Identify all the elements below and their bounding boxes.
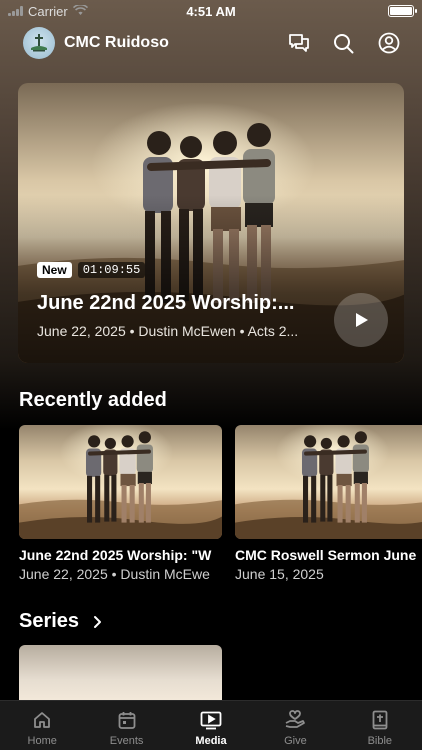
tab-media[interactable]: Media (169, 701, 253, 750)
tab-home[interactable]: Home (0, 701, 84, 750)
tab-events[interactable]: Events (84, 701, 168, 750)
featured-media-card[interactable]: New 01:09:55 June 22nd 2025 Worship:... … (18, 83, 404, 363)
media-thumbnail (19, 425, 222, 539)
series-title: Series (19, 610, 80, 632)
media-card[interactable]: CMC Roswell Sermon June June 15, 2025 (235, 425, 422, 582)
carrier-label: Carrier (28, 3, 68, 19)
tab-label: Bible (367, 735, 393, 747)
series-card[interactable] (19, 645, 222, 703)
tab-label: Events (109, 735, 144, 747)
play-icon (356, 313, 368, 327)
give-icon (284, 709, 306, 731)
media-thumbnail (235, 425, 422, 539)
tab-bible[interactable]: Bible (338, 701, 422, 750)
recently-added-title: Recently added (19, 389, 167, 411)
account-icon[interactable] (377, 32, 400, 55)
tab-label: Home (27, 735, 57, 747)
media-icon (200, 709, 222, 731)
tab-label: Give (284, 735, 307, 747)
media-card-meta: June 22, 2025 • Dustin McEwe (19, 566, 210, 582)
church-cross-icon (31, 34, 47, 52)
featured-meta: June 22, 2025 • Dustin McEwen • Acts 2..… (37, 323, 299, 339)
home-icon (31, 709, 53, 731)
hero-badges: New 01:09:55 (37, 262, 146, 278)
app-header: CMC Ruidoso (23, 27, 400, 59)
bible-icon (369, 709, 391, 731)
signal-icon (8, 6, 23, 16)
media-card-title: CMC Roswell Sermon June (235, 547, 417, 563)
tab-bar: Home Events Media Give Bible (0, 700, 422, 750)
status-bar: Carrier 4:51 AM (0, 0, 422, 22)
header-actions (287, 32, 400, 55)
wifi-icon (72, 3, 88, 19)
chevron-right-icon (94, 615, 102, 628)
recently-added-list: June 22nd 2025 Worship: "W June 22, 2025… (19, 425, 422, 582)
chat-icon[interactable] (287, 32, 310, 55)
status-left: Carrier (8, 3, 88, 19)
tab-give[interactable]: Give (253, 701, 337, 750)
calendar-icon (116, 709, 138, 731)
media-card-meta: June 15, 2025 (235, 566, 324, 582)
tab-label: Media (195, 735, 227, 747)
new-badge: New (37, 262, 72, 278)
play-button[interactable] (334, 293, 388, 347)
search-icon[interactable] (332, 32, 355, 55)
media-card-title: June 22nd 2025 Worship: "W (19, 547, 212, 563)
duration-badge: 01:09:55 (77, 262, 146, 278)
series-header[interactable]: Series (19, 610, 102, 633)
featured-title: June 22nd 2025 Worship:... (37, 292, 295, 314)
battery-icon (388, 5, 417, 17)
media-card[interactable]: June 22nd 2025 Worship: "W June 22, 2025… (19, 425, 222, 582)
church-logo[interactable] (23, 27, 55, 59)
app-title: CMC Ruidoso (64, 34, 169, 51)
